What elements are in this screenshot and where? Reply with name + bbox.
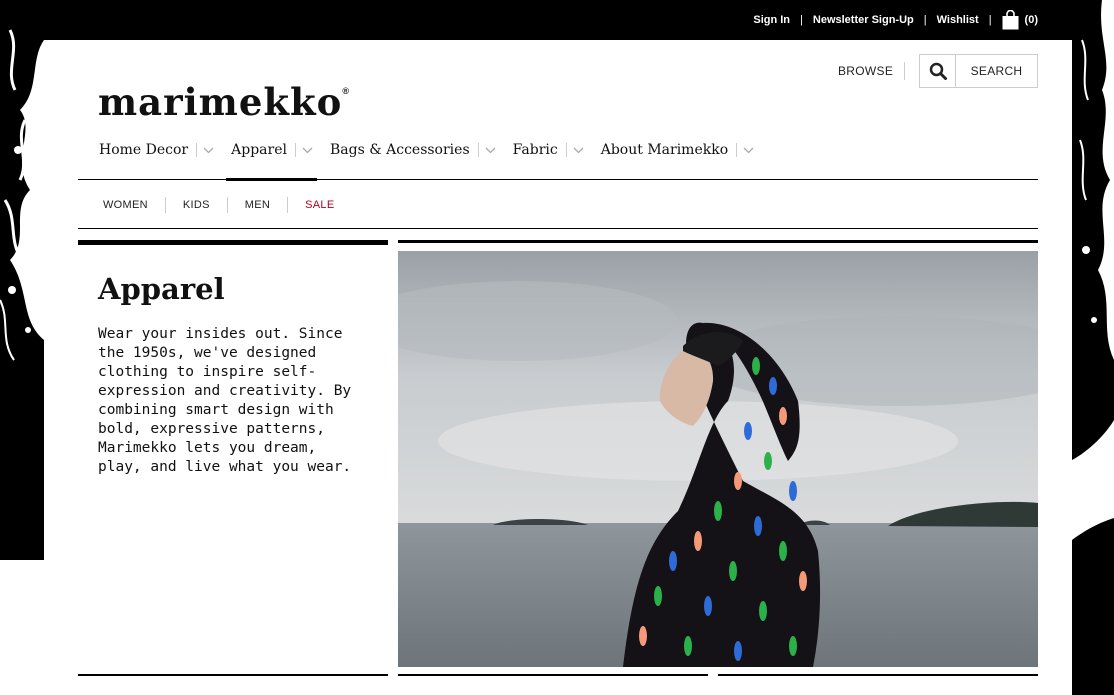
panel-top-bar (78, 240, 388, 245)
subnav-item-kids[interactable]: KIDS (183, 197, 245, 213)
nav-label: About Marimekko (600, 142, 729, 158)
footer-rule (718, 674, 1038, 676)
sign-in-link[interactable]: Sign In (753, 14, 790, 26)
subnav-label[interactable]: SALE (305, 199, 334, 211)
chevron-down-icon[interactable] (302, 147, 313, 154)
footer-rule (78, 674, 388, 676)
utility-bar: Sign In | Newsletter Sign-Up | Wishlist … (44, 0, 1072, 40)
subnav-divider (164, 197, 166, 213)
chevron-down-icon[interactable] (573, 147, 584, 154)
cart-link[interactable]: (0) (1002, 10, 1038, 30)
page-title: Apparel (98, 272, 225, 306)
chevron-down-icon[interactable] (485, 147, 496, 154)
footer-rule (398, 674, 708, 676)
subnav-item-sale[interactable]: SALE (305, 197, 334, 213)
nav-divider (294, 143, 296, 157)
primary-nav: Home Decor Apparel Bags & Accessories Fa… (98, 136, 770, 181)
nav-label: Fabric (512, 142, 558, 158)
nav-label: Home Decor (99, 142, 189, 158)
nav-label: Bags & Accessories (329, 142, 470, 158)
subnav-label[interactable]: KIDS (183, 199, 210, 211)
nav-divider (477, 143, 479, 157)
subnav-item-women[interactable]: WOMEN (103, 197, 183, 213)
hero-image[interactable] (398, 251, 1038, 667)
shopping-bag-icon (1002, 10, 1019, 30)
sub-nav: WOMEN KIDS MEN SALE (103, 197, 334, 213)
nav-item-about-marimekko[interactable]: About Marimekko (600, 136, 762, 164)
category-description: Wear your insides out. Since the 1950s, … (98, 326, 352, 475)
logo-text: marimekko (98, 80, 343, 124)
separator: | (988, 14, 992, 26)
nav-divider (196, 143, 198, 157)
newsletter-link[interactable]: Newsletter Sign-Up (813, 14, 914, 26)
separator: | (800, 14, 803, 26)
cart-count: (0) (1024, 14, 1038, 26)
subnav-item-men[interactable]: MEN (245, 197, 305, 213)
left-decorative-pattern (0, 0, 44, 695)
right-decorative-pattern (1072, 0, 1114, 695)
nav-item-fabric[interactable]: Fabric (512, 136, 592, 164)
search-icon-button[interactable] (920, 55, 956, 87)
registered-mark: ® (342, 86, 350, 96)
nav-divider (565, 143, 567, 157)
chevron-down-icon[interactable] (743, 147, 754, 154)
chevron-down-icon[interactable] (203, 147, 214, 154)
separator: | (923, 14, 927, 26)
subnav-label[interactable]: MEN (245, 199, 270, 211)
wishlist-link[interactable]: Wishlist (937, 14, 979, 26)
search-button-label[interactable]: SEARCH (956, 55, 1037, 87)
nav-item-home-decor[interactable]: Home Decor (98, 136, 222, 164)
nav-label: Apparel (231, 142, 287, 158)
brand-logo[interactable]: marimekko® (98, 80, 350, 124)
nav-item-bags-accessories[interactable]: Bags & Accessories (329, 136, 504, 164)
header-divider (904, 62, 905, 80)
subnav-rule (78, 228, 1038, 229)
nav-divider (736, 143, 738, 157)
search-icon (929, 62, 947, 80)
subnav-divider (287, 197, 289, 213)
subnav-divider (226, 197, 228, 213)
subnav-label[interactable]: WOMEN (103, 199, 148, 211)
search-control[interactable]: SEARCH (919, 54, 1038, 88)
browse-button[interactable]: BROWSE (838, 64, 893, 78)
main-content: marimekko® BROWSE SEARCH Home Decor Appa… (44, 40, 1072, 695)
hero-top-bar (398, 240, 1038, 243)
nav-rule (78, 179, 1038, 180)
nav-item-apparel[interactable]: Apparel (226, 136, 321, 181)
